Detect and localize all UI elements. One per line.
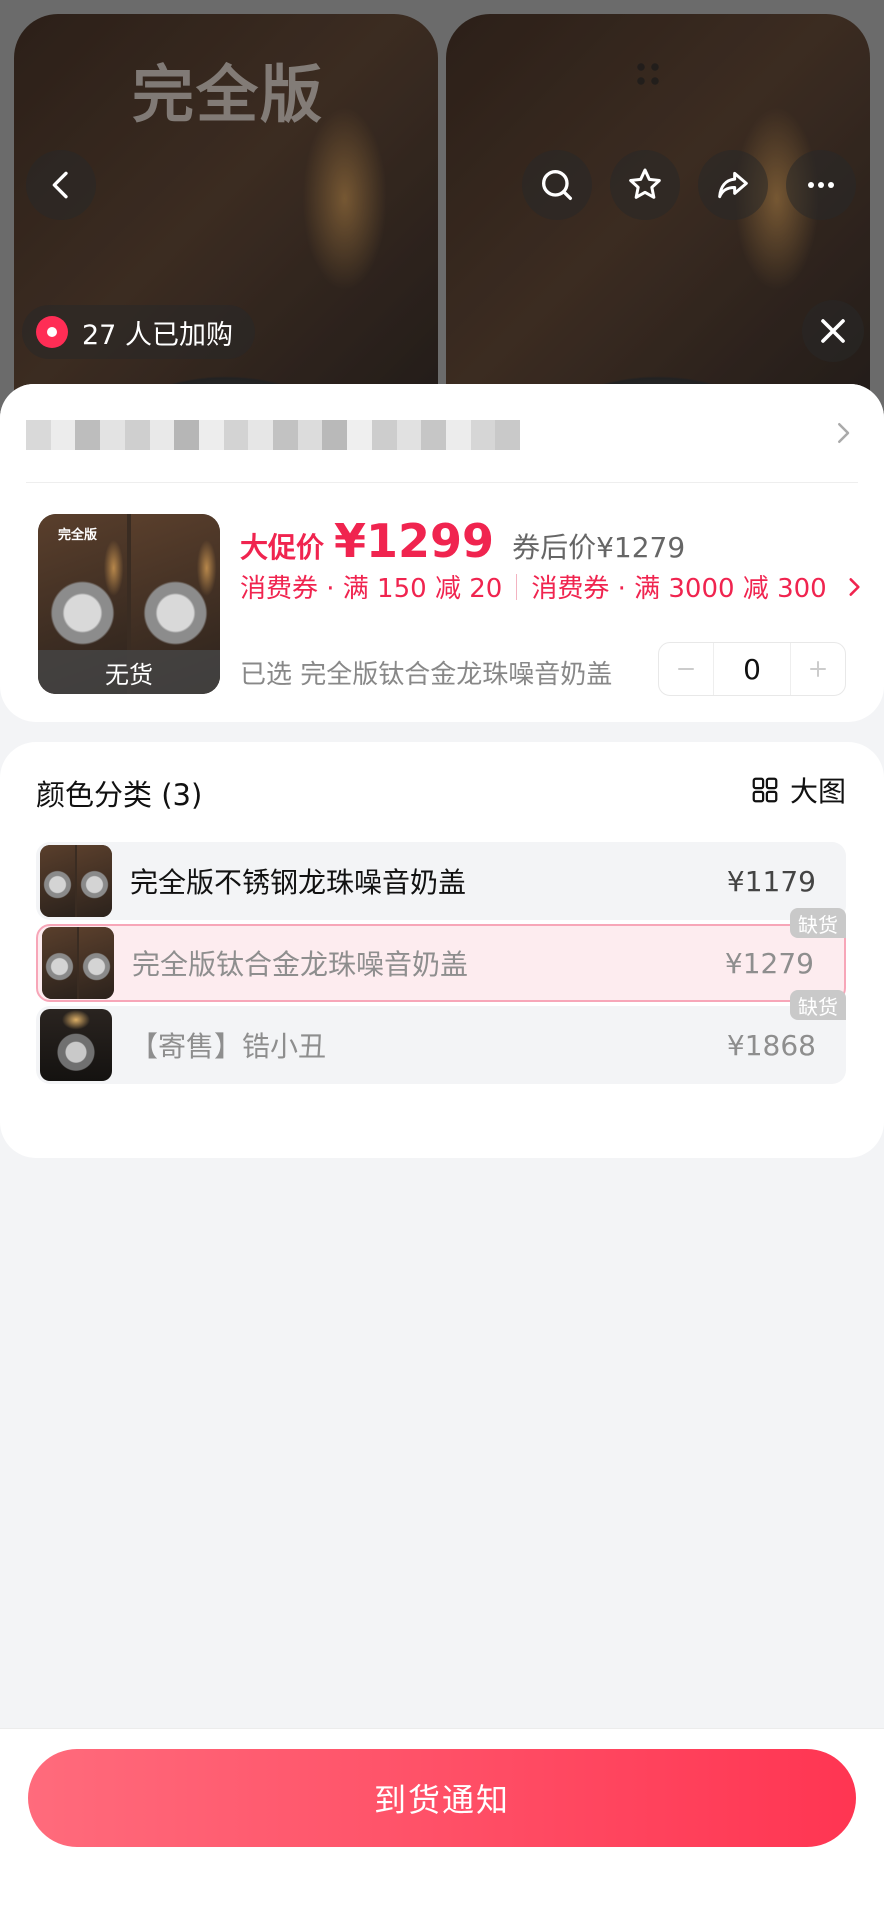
address-row-blurred[interactable] — [26, 420, 521, 450]
variant-price: ¥1179 — [726, 864, 816, 898]
coupon-separator — [516, 573, 518, 600]
variant-option-selected[interactable]: 完全版钛合金龙珠噪音奶盖 ¥1279 — [36, 924, 846, 1002]
image-decoration — [634, 60, 662, 88]
thumb-status-label: 无货 — [38, 650, 220, 694]
quantity-value[interactable]: 0 — [713, 643, 791, 695]
variant-name: 完全版钛合金龙珠噪音奶盖 — [132, 948, 469, 981]
price-row: 大促价 ¥1299 券后价¥1279 — [240, 514, 685, 568]
share-icon — [718, 171, 748, 199]
share-button[interactable] — [698, 150, 768, 220]
close-button[interactable] — [802, 300, 864, 362]
variant-price: ¥1279 — [724, 946, 814, 980]
increment-button[interactable] — [791, 643, 845, 695]
big-view-toggle[interactable]: 大图 — [750, 770, 846, 810]
search-button[interactable] — [522, 150, 592, 220]
price-value: ¥1299 — [334, 514, 495, 568]
variant-thumbnail — [40, 845, 112, 917]
variant-price: ¥1868 — [726, 1028, 816, 1062]
coupon-item: 消费券 · 满 150 减 20 — [240, 574, 503, 604]
product-gallery: 完全版 27 人已加购 — [0, 0, 884, 420]
back-button[interactable] — [26, 150, 96, 220]
search-icon — [542, 170, 572, 200]
product-image-left[interactable]: 完全版 — [14, 14, 438, 420]
buyers-count-badge: 27 人已加购 — [22, 305, 255, 359]
divider — [26, 482, 858, 483]
notify-arrival-button[interactable]: 到货通知 — [28, 1749, 856, 1847]
out-of-stock-badge: 缺货 — [790, 908, 846, 938]
variant-thumbnail — [42, 927, 114, 999]
thumb-tag: 完全版 — [58, 528, 98, 543]
favorite-button[interactable] — [610, 150, 680, 220]
grid-icon — [752, 777, 778, 803]
after-coupon-price: 券后价¥1279 — [512, 531, 686, 564]
minus-icon — [678, 668, 694, 670]
close-icon — [821, 319, 845, 343]
sku-sheet: 完全版 无货 大促价 ¥1299 券后价¥1279 消费券 · 满 150 减 … — [0, 384, 884, 1920]
more-dots-icon — [808, 182, 834, 188]
coupon-item: 消费券 · 满 3000 减 300 — [531, 574, 827, 604]
more-button[interactable] — [786, 150, 856, 220]
price-label: 大促价 — [240, 531, 325, 564]
variant-options-card: 颜色分类 (3) 大图 完全版不锈钢龙珠噪音奶盖 ¥1179 完全版钛合金龙珠噪… — [0, 742, 884, 1158]
variant-name: 【寄售】锆小丑 — [130, 1030, 327, 1063]
image-watermark: 完全版 — [132, 58, 325, 131]
out-of-stock-badge: 缺货 — [790, 990, 846, 1020]
options-title: 颜色分类 (3) — [36, 778, 203, 812]
location-pin-icon — [36, 316, 68, 348]
coupon-row[interactable]: 消费券 · 满 150 减 20 消费券 · 满 3000 减 300 — [240, 568, 867, 605]
variant-option[interactable]: 【寄售】锆小丑 ¥1868 — [36, 1006, 846, 1084]
variant-name: 完全版不锈钢龙珠噪音奶盖 — [130, 866, 467, 899]
star-icon — [629, 168, 661, 199]
chevron-left-icon — [52, 171, 68, 199]
selected-value: 完全版钛合金龙珠噪音奶盖 — [300, 660, 613, 690]
footer-bar: 到货通知 — [0, 1728, 884, 1921]
plus-icon — [810, 661, 826, 677]
variant-option[interactable]: 完全版不锈钢龙珠噪音奶盖 ¥1179 — [36, 842, 846, 920]
selected-product-thumbnail[interactable]: 完全版 无货 — [38, 514, 220, 694]
product-summary-card: 完全版 无货 大促价 ¥1299 券后价¥1279 消费券 · 满 150 减 … — [0, 384, 884, 722]
selected-prefix: 已选 — [240, 660, 293, 690]
chevron-right-icon — [849, 577, 860, 596]
decrement-button[interactable] — [659, 643, 713, 695]
chevron-right-icon[interactable] — [828, 418, 858, 448]
variant-thumbnail — [40, 1009, 112, 1081]
buyers-count-text: 27 人已加购 — [82, 319, 233, 351]
selected-variant-text: 已选 完全版钛合金龙珠噪音奶盖 — [240, 654, 612, 691]
quantity-stepper[interactable]: 0 — [658, 642, 846, 696]
big-view-label: 大图 — [789, 775, 846, 808]
